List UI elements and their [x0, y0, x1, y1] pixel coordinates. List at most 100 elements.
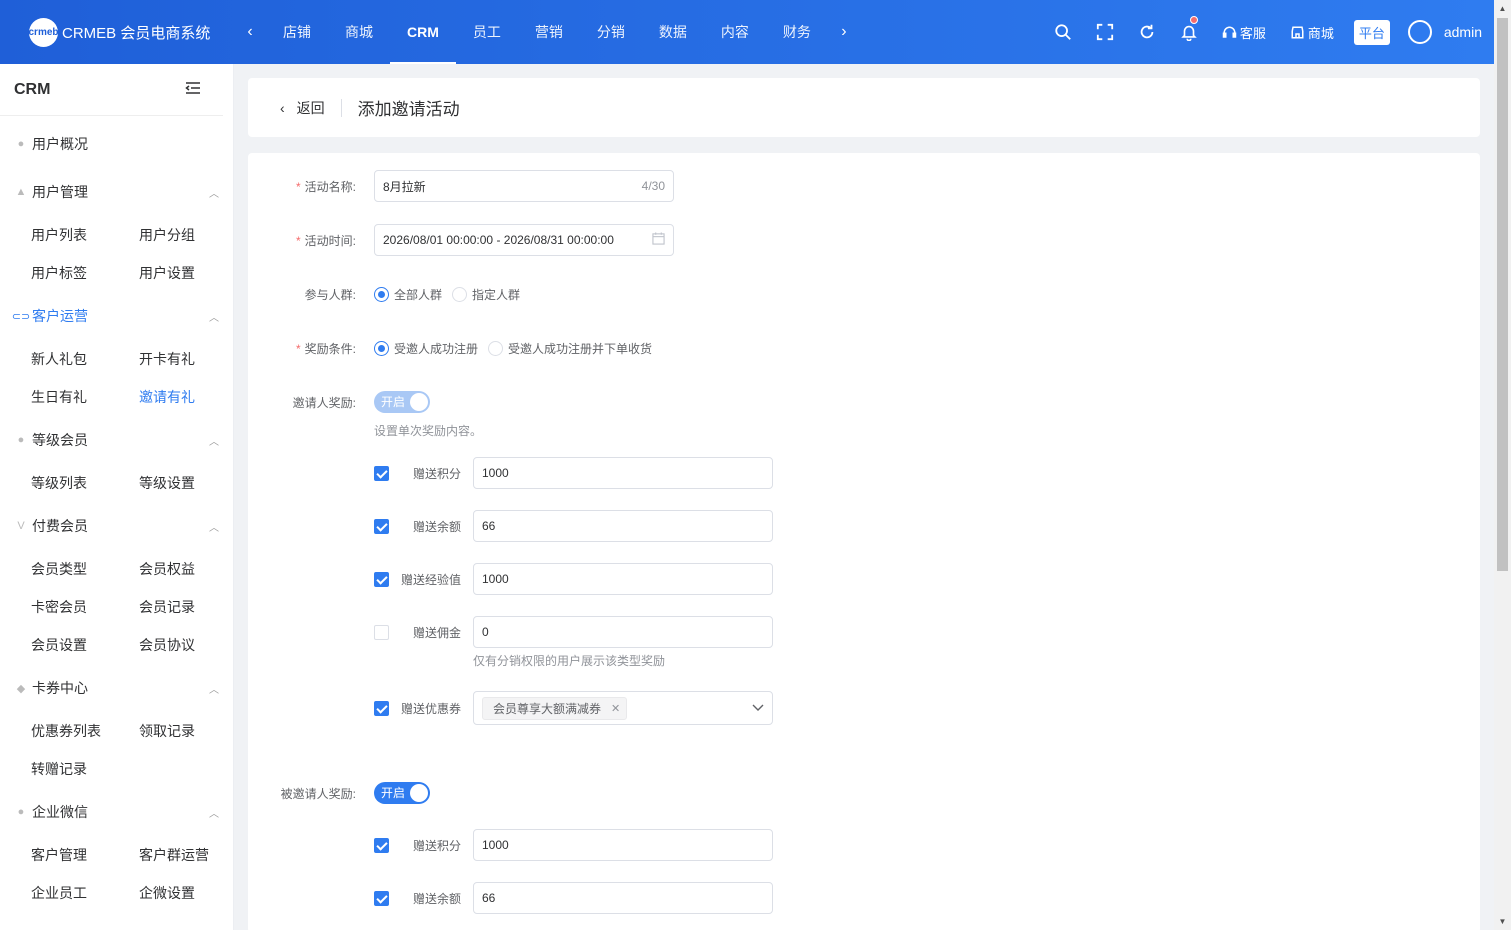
radio-condition-register[interactable]: 受邀人成功注册 — [374, 340, 478, 357]
chevron-up-icon: ︿ — [209, 522, 219, 534]
nav-item-staff[interactable]: 员工 — [456, 0, 518, 64]
sidebar-item-claim-record[interactable]: 领取记录 — [139, 712, 233, 750]
sidebar-item-newcomer-gift[interactable]: 新人礼包 — [31, 340, 139, 378]
coupon-tag: 会员尊享大额满减券 ✕ — [482, 696, 628, 720]
calendar-icon — [652, 232, 665, 248]
bell-icon[interactable] — [1168, 0, 1210, 64]
nav-item-crm[interactable]: CRM — [390, 0, 456, 64]
sidebar-item-level-settings[interactable]: 等级设置 — [139, 464, 233, 502]
sidebar-item-user-group[interactable]: 用户分组 — [139, 216, 233, 254]
reward-checkbox[interactable] — [374, 890, 389, 906]
form-label: 参与人群: — [304, 287, 356, 302]
inviter-hint: 设置单次奖励内容。 — [374, 424, 483, 438]
back-button[interactable]: ‹ 返回 — [280, 98, 325, 118]
sidebar-item-birthday-gift[interactable]: 生日有礼 — [31, 378, 139, 416]
nav-item-content[interactable]: 内容 — [704, 0, 766, 64]
activity-form: * 活动名称: 8月拉新 4/30 * 活动时间: 2026/08/01 00:00… — [248, 153, 1480, 930]
sidebar-item-card-member[interactable]: 卡密会员 — [31, 588, 139, 626]
refresh-icon[interactable] — [1126, 0, 1168, 64]
sidebar-item-label: 用户概况 — [32, 136, 88, 152]
logo-text: CRMEB 会员电商系统 — [62, 24, 211, 42]
activity-time-picker[interactable]: 2026/08/01 00:00:00 - 2026/08/31 00:00:0… — [374, 224, 674, 256]
reward-balance-input[interactable]: 66 — [473, 510, 773, 542]
sidebar-item-member-record[interactable]: 会员记录 — [139, 588, 233, 626]
close-icon[interactable]: ✕ — [611, 702, 620, 715]
sidebar-group-paid-member[interactable]: V 付费会员 ︿ — [0, 502, 233, 550]
sidebar-group-coupon-center[interactable]: ◆ 卡券中心 ︿ — [0, 664, 233, 712]
sidebar-item-member-settings[interactable]: 会员设置 — [31, 626, 139, 664]
sidebar-item-user-list[interactable]: 用户列表 — [31, 216, 139, 254]
chevron-up-icon: ︿ — [209, 188, 219, 200]
inviter-reward-toggle[interactable]: 开启 — [374, 391, 430, 413]
nav-item-marketing[interactable]: 营销 — [518, 0, 580, 64]
reward-checkbox[interactable] — [374, 624, 389, 640]
scroll-up-icon[interactable]: ▲ — [1494, 0, 1511, 17]
reward-label: 赠送余额 — [412, 891, 461, 906]
fullscreen-icon[interactable] — [1084, 0, 1126, 64]
reward-row: 赠送余额 66 — [248, 882, 1480, 914]
reward-checkbox[interactable] — [374, 837, 389, 853]
sidebar-group-items: 等级列表 等级设置 — [0, 464, 233, 502]
platform-button[interactable]: 平台 — [1353, 19, 1390, 45]
sidebar-item-wecom-settings[interactable]: 企微设置 — [139, 874, 233, 912]
logo[interactable]: crmeb CRMEB 会员电商系统 — [0, 17, 234, 47]
reward-label: 赠送优惠券 — [400, 701, 461, 716]
nav-item-distribution[interactable]: 分销 — [580, 0, 642, 64]
nav-item-store[interactable]: 店铺 — [266, 0, 328, 64]
radio-specific-audience[interactable]: 指定人群 — [452, 286, 520, 303]
service-link[interactable]: 客服 — [1222, 23, 1266, 42]
sidebar-item-invite-gift[interactable]: 邀请有礼 — [139, 378, 233, 416]
menu-collapse-icon[interactable] — [185, 81, 201, 98]
sidebar-group-user-management[interactable]: ▲ 用户管理 ︿ — [0, 168, 233, 216]
sidebar-group-customer-ops[interactable]: ⊂⊃ 客户运营 ︿ — [0, 292, 233, 340]
logo-mark: crmeb — [29, 17, 59, 47]
sidebar-item-level-list[interactable]: 等级列表 — [31, 464, 139, 502]
reward-exp-input[interactable]: 1000 — [473, 563, 773, 595]
back-label: 返回 — [296, 99, 325, 116]
search-icon[interactable] — [1042, 0, 1084, 64]
sidebar-item-member-agreement[interactable]: 会员协议 — [139, 626, 233, 664]
nav-next-icon[interactable]: › — [828, 23, 860, 41]
invitee-balance-input[interactable]: 66 — [473, 882, 773, 914]
sidebar-item-coupon-list[interactable]: 优惠券列表 — [31, 712, 139, 750]
reward-commission-input[interactable]: 0 — [473, 616, 773, 648]
invitee-points-input[interactable]: 1000 — [473, 829, 773, 861]
sidebar-item-customer-group-ops[interactable]: 客户群运营 — [139, 836, 233, 874]
sidebar-item-user-overview[interactable]: ● 用户概况 — [0, 120, 233, 168]
sidebar-item-transfer-record[interactable]: 转赠记录 — [31, 750, 139, 788]
sidebar-item-member-type[interactable]: 会员类型 — [31, 550, 139, 588]
form-label: * 活动时间: — [295, 233, 356, 248]
sidebar-item-user-tag[interactable]: 用户标签 — [31, 254, 139, 292]
reward-points-input[interactable]: 1000 — [473, 457, 773, 489]
reward-checkbox[interactable] — [374, 700, 389, 716]
nav-item-mall[interactable]: 商城 — [328, 0, 390, 64]
username[interactable]: admin — [1444, 24, 1482, 40]
sidebar-group-level-member[interactable]: ● 等级会员 ︿ — [0, 416, 233, 464]
sidebar-item-customer-management[interactable]: 客户管理 — [31, 836, 139, 874]
nav-item-finance[interactable]: 财务 — [766, 0, 828, 64]
sidebar-group-wecom[interactable]: ● 企业微信 ︿ — [0, 788, 233, 836]
sidebar-item-member-rights[interactable]: 会员权益 — [139, 550, 233, 588]
scrollbar-thumb[interactable] — [1497, 18, 1508, 571]
sidebar-item-card-gift[interactable]: 开卡有礼 — [139, 340, 233, 378]
page-scrollbar[interactable]: ▲ ▼ — [1494, 0, 1511, 930]
sidebar-item-enterprise-staff[interactable]: 企业员工 — [31, 874, 139, 912]
coupon-select[interactable]: 会员尊享大额满减券 ✕ — [473, 691, 773, 725]
reward-checkbox[interactable] — [374, 465, 389, 481]
reward-checkbox[interactable] — [374, 571, 389, 587]
nav-prev-icon[interactable]: ‹ — [234, 23, 266, 41]
sidebar-item-user-settings[interactable]: 用户设置 — [139, 254, 233, 292]
mall-link[interactable]: 商城 — [1290, 23, 1334, 42]
reward-checkbox[interactable] — [374, 518, 389, 534]
sidebar-group-label: 企业微信 — [32, 804, 88, 820]
radio-condition-register-order[interactable]: 受邀人成功注册并下单收货 — [488, 340, 652, 357]
radio-all-audience[interactable]: 全部人群 — [374, 286, 442, 303]
activity-name-input[interactable]: 8月拉新 4/30 — [374, 170, 674, 202]
invitee-reward-toggle[interactable]: 开启 — [374, 782, 430, 804]
sidebar-group-items: 优惠券列表 领取记录 转赠记录 — [0, 712, 233, 788]
nav-item-data[interactable]: 数据 — [642, 0, 704, 64]
notification-dot — [1189, 16, 1198, 24]
store-icon — [1291, 26, 1304, 38]
avatar[interactable] — [1407, 20, 1432, 44]
scroll-down-icon[interactable]: ▼ — [1494, 913, 1511, 930]
